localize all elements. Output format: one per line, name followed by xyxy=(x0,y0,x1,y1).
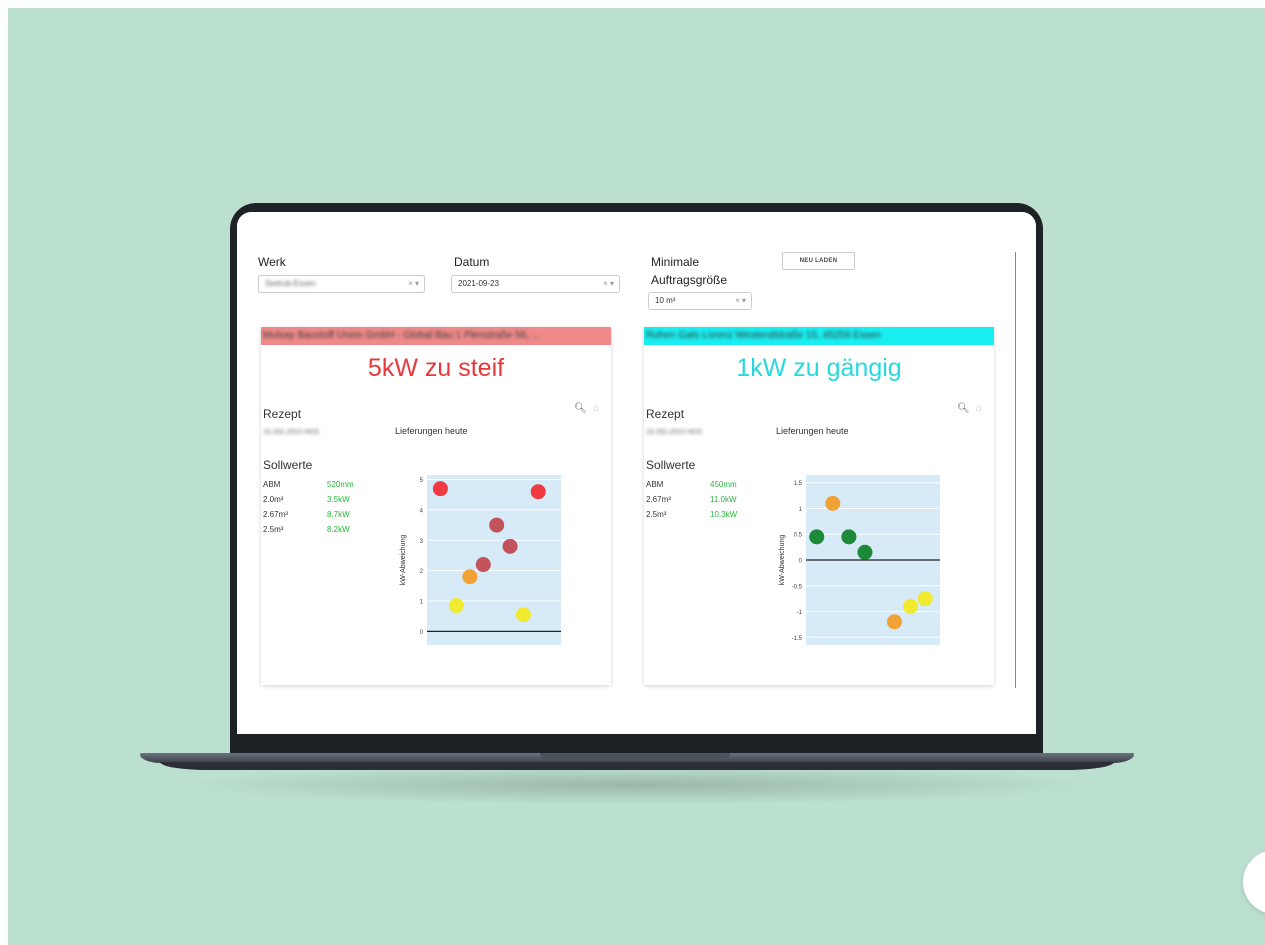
datum-label: Datum xyxy=(454,255,490,269)
werk-select-controls: × ▾ xyxy=(408,279,419,288)
rezept-value: 15.332.2010 HOS xyxy=(646,429,703,436)
laptop-shadow xyxy=(170,765,1100,805)
rezept-label: Rezept xyxy=(646,407,685,421)
status-text: 1kW zu gängig xyxy=(736,354,902,382)
card-header-text: Mulsay Baustoff Union GmbH - Global Bau … xyxy=(263,330,541,341)
data-point xyxy=(530,484,546,500)
y-tick-label: -0.5 xyxy=(792,584,803,590)
delivery-card-2: Ruhen Gats Lorenz Westendstraße 15, 4525… xyxy=(644,327,994,685)
y-tick-label: -1 xyxy=(797,610,803,616)
plot-area xyxy=(427,475,561,645)
data-point xyxy=(432,481,448,497)
card-header-text: Ruhen Gats Lorenz Westendstraße 15, 4525… xyxy=(646,330,881,341)
data-point xyxy=(809,529,825,545)
zoom-icon[interactable]: 🔍︎ xyxy=(574,403,587,414)
data-point xyxy=(857,544,873,560)
y-tick-label: 5 xyxy=(420,478,424,484)
home-icon[interactable]: ⌂ xyxy=(593,403,599,414)
y-tick-label: 0.5 xyxy=(794,533,803,539)
y-axis-label: kW-Abweichung xyxy=(400,535,407,586)
y-tick-label: 1 xyxy=(420,599,424,605)
sollwert-value: 3.5kW xyxy=(327,495,350,504)
y-tick-label: -1.5 xyxy=(792,636,803,642)
datum-value: 2021-09-23 xyxy=(458,279,499,288)
chevron-down-icon[interactable]: ▾ xyxy=(742,296,746,305)
scatter-chart: 1.5 1 0.5 0 -0.5 -1 -1.5 kW-Abweichung xyxy=(779,475,940,645)
zoom-icon[interactable]: 🔍︎ xyxy=(957,403,970,414)
chart-title: Lieferungen heute xyxy=(776,426,849,436)
data-point xyxy=(841,529,857,545)
laptop-hinge-notch xyxy=(540,753,730,759)
data-point xyxy=(917,591,933,607)
frame-top-border xyxy=(0,0,1265,8)
card-header[interactable]: Ruhen Gats Lorenz Westendstraße 15, 4525… xyxy=(644,327,994,345)
y-tick-label: 0 xyxy=(420,630,424,636)
data-point xyxy=(903,598,919,614)
chart-title: Lieferungen heute xyxy=(395,426,468,436)
laptop-base-bottom xyxy=(160,762,1114,770)
y-tick-label: 4 xyxy=(420,508,424,514)
data-point xyxy=(886,614,902,630)
sollwert-value: 450mm xyxy=(710,480,737,489)
data-point xyxy=(475,557,491,573)
sollwert-value: 520mm xyxy=(327,480,354,489)
data-point xyxy=(489,517,505,533)
sollwerte-label: Sollwerte xyxy=(263,458,313,472)
clear-icon[interactable]: × xyxy=(408,279,413,288)
datum-select-controls: × ▾ xyxy=(603,279,614,288)
chevron-down-icon[interactable]: ▾ xyxy=(415,279,419,288)
sollwert-value: 10.3kW xyxy=(710,510,738,519)
y-tick-label: 1.5 xyxy=(794,481,803,487)
data-point xyxy=(502,538,518,554)
y-tick-label: 2 xyxy=(420,569,424,575)
min-label-2: Auftragsgröße xyxy=(651,273,728,287)
status-text: 5kW zu steif xyxy=(367,354,505,382)
sollwert-value: 8.7kW xyxy=(327,510,350,519)
min-label-1: Minimale xyxy=(651,255,700,269)
data-point xyxy=(448,598,464,614)
reload-button[interactable]: NEU LADEN xyxy=(782,252,855,270)
sollwert-key: 2.0m³ xyxy=(263,495,284,504)
y-tick-label: 0 xyxy=(799,559,803,565)
clear-icon[interactable]: × xyxy=(735,296,740,305)
home-icon[interactable]: ⌂ xyxy=(976,403,982,414)
sollwert-key: 2.5m³ xyxy=(646,510,667,519)
frame-left-border xyxy=(0,0,8,945)
delivery-card-1: Mulsay Baustoff Union GmbH - Global Bau … xyxy=(261,327,611,685)
y-tick-label: 3 xyxy=(420,539,424,545)
floating-action-button[interactable] xyxy=(1243,850,1265,914)
auftragsgroesse-select[interactable]: 10 m³ × ▾ xyxy=(648,292,752,310)
datum-select[interactable]: 2021-09-23 × ▾ xyxy=(451,275,620,293)
vertical-divider xyxy=(1015,252,1016,688)
clear-icon[interactable]: × xyxy=(603,279,608,288)
sollwert-value: 11.0kW xyxy=(710,495,737,504)
sollwert-value: 8.2kW xyxy=(327,525,350,534)
rezept-value: 15.332.2010 HOS xyxy=(263,429,320,436)
auftragsgroesse-select-controls: × ▾ xyxy=(735,296,746,305)
sollwert-key: ABM xyxy=(646,480,664,489)
chevron-down-icon[interactable]: ▾ xyxy=(610,279,614,288)
werk-select[interactable]: Sedrub-Essen × ▾ xyxy=(258,275,425,293)
sollwert-key: 2.5m³ xyxy=(263,525,284,534)
auftragsgroesse-value: 10 m³ xyxy=(655,296,676,305)
sollwert-key: 2.67m³ xyxy=(263,510,288,519)
werk-label: Werk xyxy=(258,255,286,269)
sollwert-key: ABM xyxy=(263,480,281,489)
rezept-label: Rezept xyxy=(263,407,302,421)
werk-value: Sedrub-Essen xyxy=(265,279,316,288)
y-tick-label: 1 xyxy=(799,507,803,513)
data-point xyxy=(825,495,841,511)
data-point xyxy=(462,569,478,585)
laptop-screen: Werk Sedrub-Essen × ▾ Datum 2021-09-23 ×… xyxy=(237,212,1036,734)
data-point xyxy=(515,607,531,623)
scatter-chart: 0 1 2 3 4 5 kW-Abweichung xyxy=(400,475,561,645)
sollwerte-label: Sollwerte xyxy=(646,458,696,472)
sollwert-key: 2.67m³ xyxy=(646,495,671,504)
card-header[interactable]: Mulsay Baustoff Union GmbH - Global Bau … xyxy=(261,327,611,345)
y-axis-label: kW-Abweichung xyxy=(779,535,786,586)
